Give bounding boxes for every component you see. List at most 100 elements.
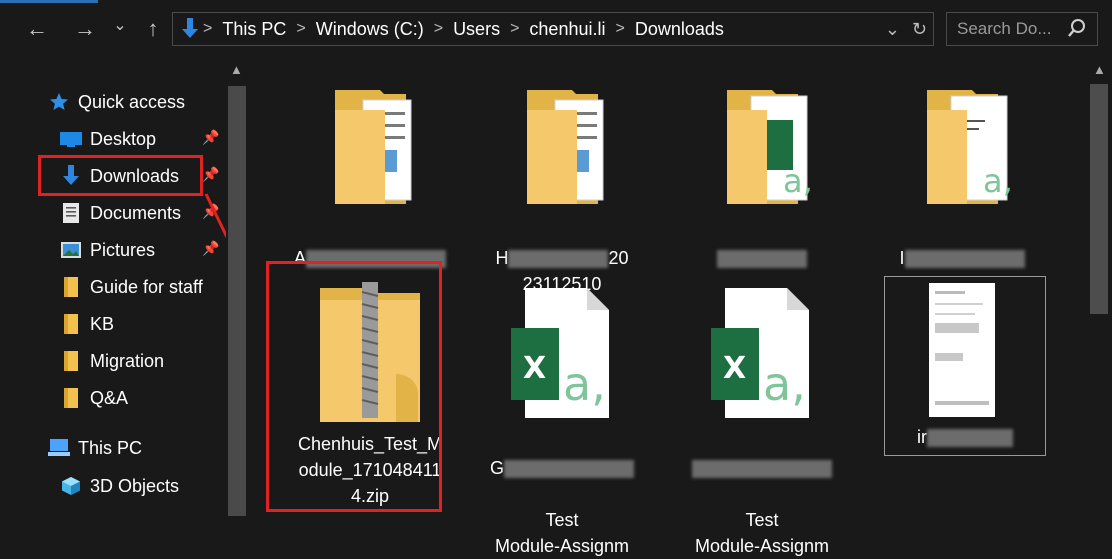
redacted-name (717, 250, 807, 269)
folder-with-document-icon: a, (927, 90, 1013, 204)
file-list-scroll-thumb[interactable] (1090, 84, 1108, 314)
folder-with-spreadsheet-icon: a, (727, 90, 813, 204)
up-arrow-icon: ↑ (147, 16, 159, 41)
address-dropdown-icon[interactable]: ⌄ (879, 19, 906, 40)
forward-arrow-icon: → (74, 16, 96, 41)
downloads-highlight-box (38, 155, 203, 196)
sidebar-item-label: Desktop (90, 128, 157, 149)
file-name: ir (917, 427, 927, 447)
sidebar-item-label: Documents (90, 202, 182, 223)
up-button[interactable]: ↑ (138, 12, 168, 46)
svg-text:a,: a, (563, 357, 606, 411)
recent-locations-button[interactable]: ⌄ (108, 8, 132, 42)
svg-text:a,: a, (983, 162, 1013, 200)
file-item-folder[interactable]: a, I (872, 80, 1052, 271)
search-placeholder: Search Do... (957, 19, 1052, 38)
breadcrumb-windows-c[interactable]: Windows (C:) (308, 19, 432, 40)
sidebar-item-quick-access[interactable]: Quick access (48, 86, 185, 118)
scroll-up-icon[interactable]: ▲ (1093, 62, 1106, 77)
chevron-down-icon: ⌄ (113, 17, 127, 34)
sidebar-item-pictures[interactable]: Pictures (60, 234, 155, 266)
pin-icon[interactable]: 📌 (202, 129, 219, 146)
desktop-icon (60, 128, 82, 150)
file-list: A H 20 23112510 a, a, I Chenhuis_Test_M … (250, 60, 1086, 556)
breadcrumb-downloads[interactable]: Downloads (627, 19, 732, 40)
file-list-scrollbar[interactable]: ▲ (1086, 60, 1112, 512)
sidebar-item-this-pc[interactable]: This PC (48, 432, 142, 464)
sidebar-item-label: Guide for staff (90, 276, 203, 297)
file-item-excel[interactable]: X a, Test Module-Assignm (672, 288, 852, 559)
svg-text:a,: a, (783, 162, 813, 200)
folder-with-documents-icon (335, 90, 412, 204)
redacted-name (692, 460, 832, 479)
documents-icon (60, 202, 82, 224)
screenshot-thumbnail (929, 283, 995, 417)
cube-icon (60, 475, 82, 497)
breadcrumb-chenhui-li[interactable]: chenhui.li (521, 19, 613, 40)
file-name: G (489, 458, 504, 478)
pin-icon[interactable]: 📌 (202, 166, 219, 183)
navigation-pane: Quick access Desktop 📌 Downloads 📌 Docum… (0, 60, 246, 512)
redacted-name (508, 250, 609, 269)
sidebar-item-desktop[interactable]: Desktop (60, 123, 156, 155)
address-bar[interactable]: > This PC > Windows (C:) > Users > chenh… (172, 12, 934, 46)
folder-icon (60, 276, 82, 298)
sidebar-item-migration[interactable]: Migration (60, 345, 164, 377)
downloads-location-icon (179, 15, 201, 43)
excel-file-icon: X a, (511, 288, 609, 418)
search-box[interactable]: Search Do... (946, 12, 1098, 46)
zip-highlight-box (266, 261, 442, 512)
folder-icon (60, 387, 82, 409)
folder-icon (60, 350, 82, 372)
window-accent-bar (0, 0, 98, 3)
file-item-excel[interactable]: X a, G Test Module-Assignm (472, 288, 652, 559)
file-item-folder[interactable]: A (280, 80, 460, 271)
sidebar-item-label: KB (90, 313, 115, 334)
sidebar-item-label: 3D Objects (90, 475, 180, 496)
file-name: H (495, 248, 509, 268)
breadcrumb-separator[interactable]: > (613, 20, 626, 38)
redacted-name (504, 460, 634, 479)
svg-text:X: X (723, 351, 746, 386)
navigation-bar: ← → ⌄ ↑ > This PC > Windows (C:) > Users… (0, 0, 1112, 60)
breadcrumb-separator[interactable]: > (294, 20, 307, 38)
file-name-tail: Test Module-Assignm (494, 510, 630, 556)
breadcrumb-separator[interactable]: > (508, 20, 521, 38)
file-name-tail: Test Module-Assignm (694, 510, 830, 556)
file-item-image[interactable]: ir (884, 276, 1046, 456)
breadcrumb-separator[interactable]: > (432, 20, 445, 38)
sidebar-item-label: Migration (90, 350, 165, 371)
folder-with-documents-icon (527, 90, 604, 204)
sidebar-item-qa[interactable]: Q&A (60, 382, 128, 414)
sidebar-item-label: Pictures (90, 239, 156, 260)
sidebar-item-label: Q&A (90, 387, 129, 408)
folder-icon (60, 313, 82, 335)
scroll-up-icon[interactable]: ▲ (230, 62, 243, 77)
file-item-folder[interactable]: a, (672, 80, 852, 271)
sidebar-item-3d-objects[interactable]: 3D Objects (60, 470, 179, 502)
excel-file-icon: X a, (711, 288, 809, 418)
sidebar-item-label: Quick access (78, 91, 186, 112)
sidebar-scroll-thumb[interactable] (228, 86, 246, 516)
back-arrow-icon: ← (26, 16, 48, 41)
svg-text:a,: a, (763, 357, 806, 411)
pictures-icon (60, 239, 82, 261)
sidebar-item-guide-for-staff[interactable]: Guide for staff (60, 271, 203, 303)
forward-button[interactable]: → (70, 12, 100, 46)
svg-text:X: X (523, 351, 546, 386)
computer-icon (48, 437, 70, 459)
breadcrumb-this-pc[interactable]: This PC (214, 19, 294, 40)
sidebar-scrollbar[interactable]: ▲ (226, 60, 248, 516)
redacted-name (904, 250, 1025, 269)
breadcrumb-users[interactable]: Users (445, 19, 508, 40)
search-icon[interactable] (1067, 18, 1087, 43)
back-button[interactable]: ← (22, 12, 52, 46)
file-item-folder[interactable]: H 20 23112510 (472, 80, 652, 297)
sidebar-item-kb[interactable]: KB (60, 308, 114, 340)
breadcrumb-separator: > (203, 20, 213, 37)
sidebar-item-label: This PC (78, 437, 143, 458)
star-icon (48, 91, 70, 113)
sidebar-item-documents[interactable]: Documents (60, 197, 181, 229)
redacted-name (927, 429, 1013, 448)
refresh-icon[interactable]: ↻ (906, 19, 933, 40)
